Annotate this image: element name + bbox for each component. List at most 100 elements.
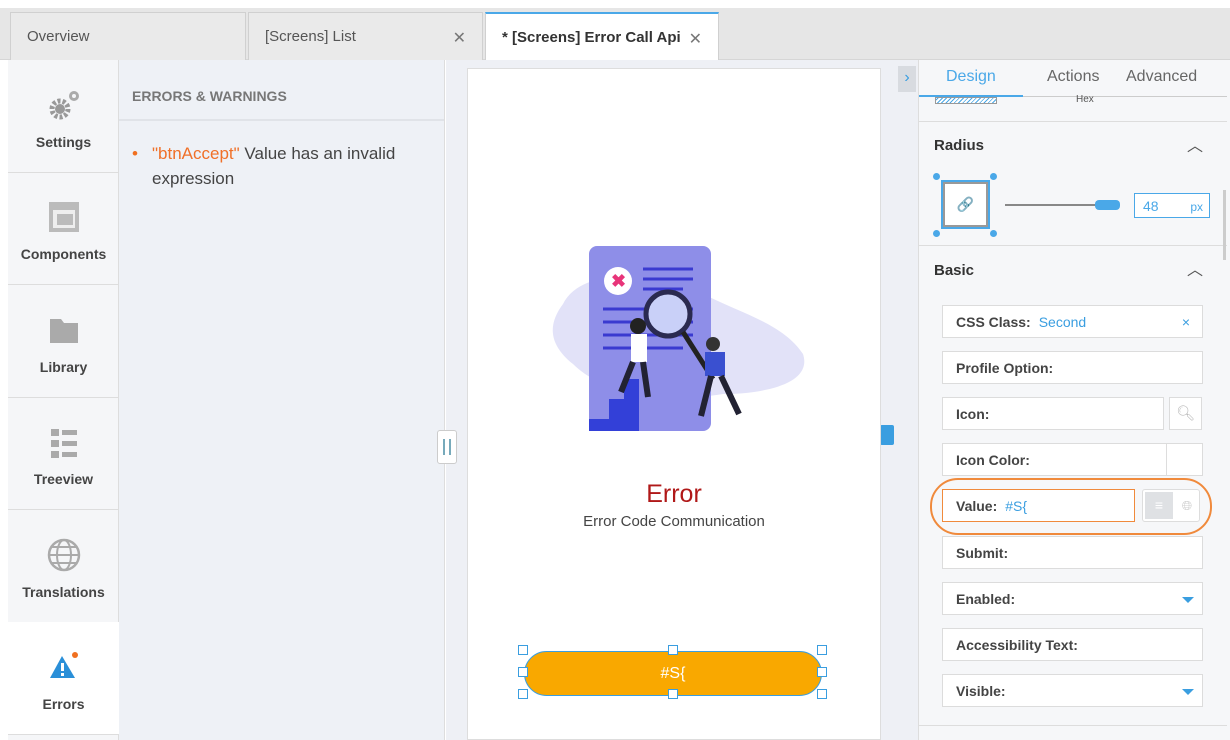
corner-dot (990, 230, 997, 237)
clear-icon[interactable]: × (1182, 314, 1190, 330)
sidebar-item-treeview[interactable]: Treeview (8, 397, 119, 510)
expression-mode-icon[interactable]: ≡ (1145, 492, 1173, 519)
resize-handle-right[interactable] (880, 425, 894, 445)
selection-handle[interactable] (518, 645, 528, 655)
tab-actions[interactable]: Actions (1047, 68, 1099, 86)
globe-icon[interactable]: 🌐︎ (1176, 492, 1198, 519)
folder-icon (8, 313, 119, 347)
selection-handle[interactable] (518, 667, 528, 677)
value-field[interactable]: Value: #S{ (942, 489, 1135, 522)
sidebar-item-label: Library (39, 359, 88, 375)
submit-field[interactable]: Submit: (942, 536, 1203, 569)
selection-handle[interactable] (668, 689, 678, 699)
radius-title: Radius (934, 137, 985, 154)
divider (919, 121, 1227, 122)
screen-subtitle: Error Code Communication (583, 513, 765, 530)
chevron-down-icon (1182, 689, 1194, 695)
tab-label: * [Screens] Error Call Api (502, 29, 681, 46)
gears-icon (8, 88, 119, 122)
field-label: Enabled: (956, 591, 1016, 607)
components-icon (8, 200, 119, 234)
field-label: Submit: (956, 545, 1009, 561)
pattern-swatch (935, 97, 997, 104)
field-value: Second (1038, 314, 1087, 330)
resize-handle-left[interactable] (437, 430, 457, 464)
field-label: Visible: (956, 683, 1006, 699)
sidebar-item-errors[interactable]: Errors (8, 622, 119, 735)
field-label: Value: (956, 498, 998, 514)
tab-error-call-api[interactable]: * [Screens] Error Call Api ✕ (485, 12, 719, 60)
error-control-name[interactable]: "btnAccept" (152, 144, 240, 163)
errors-panel: ERRORS & WARNINGS • "btnAccept" Value ha… (119, 60, 445, 740)
divider (919, 245, 1227, 246)
field-label: Accessibility Text: (956, 637, 1078, 653)
sidebar-item-translations[interactable]: Translations (8, 510, 119, 623)
error-item[interactable]: • "btnAccept" Value has an invalid expre… (119, 121, 444, 191)
sidebar-item-library[interactable]: Library (8, 285, 119, 398)
scrollbar[interactable] (1223, 190, 1226, 260)
svg-text:✖: ✖ (611, 271, 626, 291)
tab-label: Overview (27, 28, 90, 45)
icon-field[interactable]: Icon: (942, 397, 1164, 430)
corner-dot (933, 173, 940, 180)
radius-unit: px (1190, 200, 1203, 214)
warning-icon (8, 650, 119, 684)
corner-dot (933, 230, 940, 237)
bullet: • (132, 144, 138, 163)
corner-dot (990, 173, 997, 180)
field-value: #S{ (1005, 498, 1028, 514)
sidebar: Settings Components Library Treeview Tra… (8, 60, 119, 740)
sidebar-item-label: Errors (42, 696, 85, 712)
sidebar-item-label: Components (20, 246, 107, 262)
divider (919, 725, 1227, 726)
sidebar-item-label: Translations (22, 584, 105, 600)
field-label: Icon: (956, 406, 990, 422)
visible-dropdown[interactable]: Visible: (942, 674, 1203, 707)
globe-icon (8, 538, 119, 572)
close-icon[interactable]: ✕ (453, 28, 466, 48)
enabled-dropdown[interactable]: Enabled: (942, 582, 1203, 615)
tab-advanced[interactable]: Advanced (1126, 68, 1197, 86)
accessibility-text-field[interactable]: Accessibility Text: (942, 628, 1203, 661)
errors-title: ERRORS & WARNINGS (119, 60, 444, 121)
selection-handle[interactable] (518, 689, 528, 699)
selection-handle[interactable] (817, 645, 827, 655)
profile-option-field[interactable]: Profile Option: (942, 351, 1203, 384)
collapse-radius-icon[interactable]: ︿ (1187, 132, 1203, 156)
collapse-panel-button[interactable]: › (898, 66, 916, 92)
tab-overview[interactable]: Overview (10, 12, 246, 60)
value-mode-toggle[interactable]: ≡ 🌐︎ (1142, 489, 1200, 522)
screen-title: Error (646, 480, 702, 508)
screen-preview: ✖ Error Error Code Communication #S{ (467, 68, 881, 740)
sidebar-item-settings[interactable]: Settings (8, 60, 119, 173)
radius-slider-thumb[interactable] (1095, 200, 1120, 210)
field-label: CSS Class: (956, 314, 1031, 330)
tab-screens-list[interactable]: [Screens] List ✕ (248, 12, 483, 60)
tab-label: [Screens] List (265, 28, 356, 45)
field-label: Profile Option: (956, 360, 1054, 376)
radius-slider-track[interactable] (1005, 204, 1095, 206)
error-illustration: ✖ (552, 246, 805, 431)
radius-value: 48 (1143, 198, 1159, 214)
selection-handle[interactable] (817, 667, 827, 677)
close-icon[interactable]: ✕ (689, 29, 702, 49)
icon-color-field[interactable]: Icon Color: (942, 443, 1203, 476)
tab-bar: Overview [Screens] List ✕ * [Screens] Err… (0, 8, 1230, 60)
tab-design[interactable]: Design (946, 68, 996, 86)
divider (1023, 96, 1227, 97)
selection-handle[interactable] (817, 689, 827, 699)
chevron-down-icon (1182, 597, 1194, 603)
collapse-basic-icon[interactable]: ︿ (1187, 256, 1203, 280)
sidebar-item-label: Settings (35, 134, 92, 150)
basic-title: Basic (934, 262, 975, 279)
treeview-icon (8, 425, 119, 459)
search-icon[interactable]: 🔍︎ (1169, 397, 1202, 430)
css-class-field[interactable]: CSS Class: Second × (942, 305, 1203, 338)
sidebar-item-label: Treeview (33, 471, 94, 487)
radius-input[interactable]: 48 px (1134, 193, 1210, 218)
selection-handle[interactable] (668, 645, 678, 655)
link-corners-icon[interactable]: 🔗 (941, 180, 990, 229)
field-label: Icon Color: (956, 452, 1030, 468)
properties-panel: Design Actions Advanced Hex Radius ︿ 🔗 4… (918, 60, 1230, 740)
sidebar-item-components[interactable]: Components (8, 172, 119, 285)
